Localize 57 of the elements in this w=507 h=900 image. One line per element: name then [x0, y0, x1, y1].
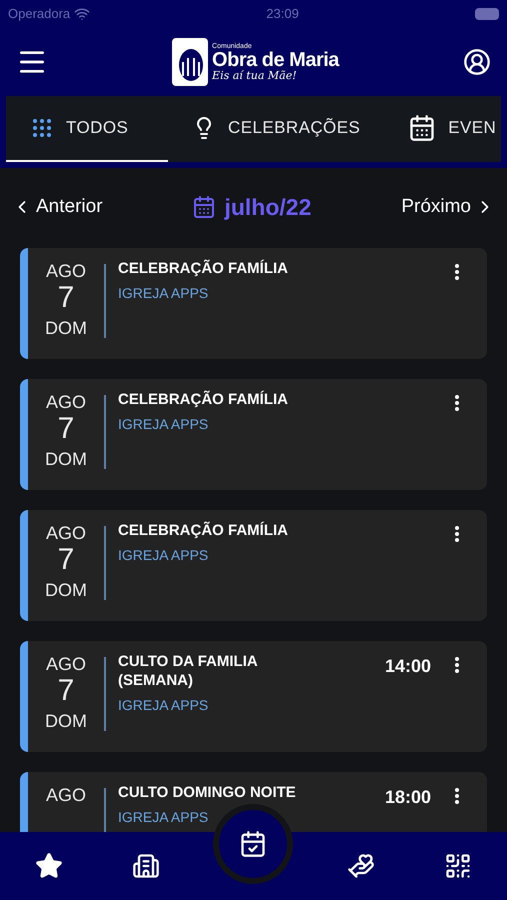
more-icon: [455, 526, 459, 542]
logo-tagline: Eis aí tua Mãe!: [212, 70, 298, 81]
event-card[interactable]: AGO 7 DOM CELEBRAÇÃO FAMÍLIA IGREJA APPS: [20, 510, 487, 621]
more-icon: [455, 264, 459, 280]
event-title: CELEBRAÇÃO FAMÍLIA: [118, 522, 289, 541]
qr-code-icon: [444, 852, 472, 880]
event-time: 18:00: [384, 786, 431, 809]
category-tab[interactable]: EVEN: [384, 96, 501, 162]
event-month: AGO: [46, 391, 86, 414]
category-tab[interactable]: CELEBRAÇÕES: [168, 96, 384, 162]
event-organizer: IGREJA APPS: [118, 696, 210, 714]
calendar-check-icon: [239, 830, 268, 858]
event-weekday: DOM: [45, 710, 87, 732]
more-icon: [455, 657, 459, 673]
event-day: 7: [58, 282, 74, 312]
event-day: 7: [58, 676, 74, 706]
event-organizer: IGREJA APPS: [118, 284, 210, 303]
event-weekday: DOM: [45, 448, 87, 470]
hand-heart-icon: [346, 852, 375, 880]
building-icon: [132, 852, 160, 880]
event-month: AGO: [46, 260, 86, 282]
event-title: CULTO DA FAMILIA (SEMANA): [118, 653, 258, 690]
event-card[interactable]: AGO 7 DOM CULTO DA FAMILIA (SEMANA) IGREJA APPS 14:00: [20, 641, 487, 752]
event-day: 7: [58, 544, 74, 574]
event-day: 7: [58, 414, 74, 444]
event-organizer: IGREJA APPS: [118, 414, 210, 434]
category-tab[interactable]: TODOS: [6, 96, 168, 162]
calendar-icon: [192, 195, 216, 219]
event-title: CELEBRAÇÃO FAMÍLIA: [118, 260, 289, 279]
battery-icon: [474, 8, 499, 20]
grid-icon: [30, 116, 54, 140]
logo-emblem-icon: [172, 38, 208, 86]
profile-button[interactable]: [462, 48, 491, 76]
more-icon: [455, 395, 459, 411]
event-organizer: IGREJA APPS: [118, 808, 210, 827]
star-icon: [34, 852, 63, 880]
event-card[interactable]: AGO CULTO DOMINGO NOITE IGREJA APPS 18:00: [20, 772, 487, 832]
event-card[interactable]: AGO 7 DOM CELEBRAÇÃO FAMÍLIA IGREJA APPS: [20, 379, 487, 490]
more-icon: [455, 788, 459, 804]
event-time: 14:00: [384, 655, 431, 678]
calendar-icon: [408, 114, 436, 142]
next-button[interactable]: Próximo: [401, 192, 495, 222]
event-month: AGO: [46, 784, 86, 806]
previous-button[interactable]: Anterior: [12, 192, 103, 222]
event-month: AGO: [46, 522, 86, 544]
event-organizer: IGREJA APPS: [118, 546, 210, 565]
current-month: julho/22: [224, 192, 312, 222]
clock-text: 23:09: [266, 5, 299, 24]
wifi-icon: [74, 6, 90, 22]
event-month: AGO: [46, 653, 86, 676]
event-weekday: DOM: [45, 316, 87, 339]
event-weekday: DOM: [45, 578, 87, 601]
event-title: CELEBRAÇÃO FAMÍLIA: [118, 391, 289, 410]
event-card[interactable]: AGO 7 DOM CELEBRAÇÃO FAMÍLIA IGREJA APPS: [20, 248, 487, 359]
logo-title: Obra de Maria: [212, 50, 339, 70]
carrier-text: Operadora: [8, 5, 70, 24]
event-title: CULTO DOMINGO NOITE: [118, 784, 297, 803]
